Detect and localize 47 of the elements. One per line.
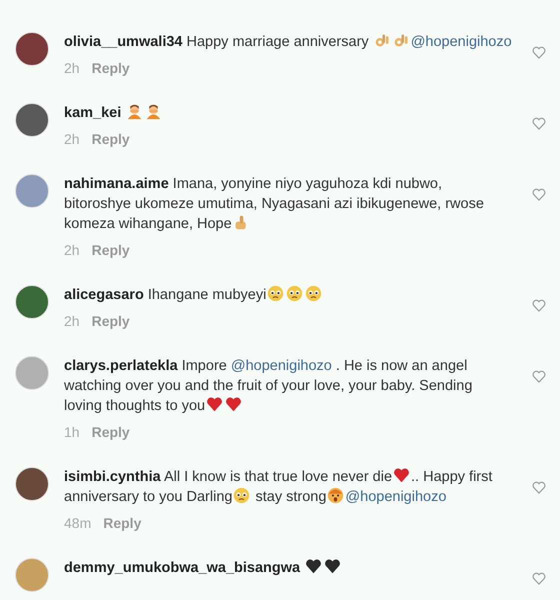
comment-text: isimbi.cynthia All I know is that true love never die .. Happy first anniversary to you Darling stay strong @hopenigihozo [64,467,494,507]
reply-button[interactable]: Reply [92,130,130,148]
like-heart-icon[interactable] [532,572,546,585]
comment-text: kam_kei [64,103,512,123]
comment-time: 1h [64,423,80,441]
heart-icon [206,396,224,413]
like-heart-icon[interactable] [532,299,546,312]
like-heart-icon[interactable] [532,46,546,59]
person-covering-face-icon [145,103,162,120]
mention-link[interactable]: @hopenigihozo [230,358,332,374]
comment-text: olivia__umwali34 Happy marriage anniversary @hopenigihozo [64,32,512,52]
heart-icon [225,396,242,413]
comment-text: nahimana.aime Imana, yonyine niyo yaguhoza kdi nubwo, bitoroshye ukomeze umutima, Nyagasani azi ibikugenewe, rwose komeza wihangane, Hope [64,175,485,234]
comment-time: 2h [64,130,80,148]
avatar[interactable] [15,285,49,319]
avatar[interactable] [15,467,49,501]
heart-icon [393,467,410,484]
pleading-face-icon [286,285,304,302]
comment-time: 2h [64,312,80,330]
mention-link[interactable]: @hopenigihozo [410,34,512,50]
like-heart-icon[interactable] [532,117,546,130]
pleading-face-icon [305,285,322,302]
reply-button[interactable]: Reply [92,423,130,441]
avatar[interactable] [15,32,49,66]
comment-text: clarys.perlatekla Impore @hopenigihozo . He is now an angel watching over you and the fruit of your love, your baby. Sending loving thoughts to you [64,357,474,416]
avatar[interactable] [15,103,49,137]
comment-time: 2h [64,241,80,259]
like-heart-icon[interactable] [532,188,546,201]
hand-icon [392,32,410,49]
reply-button[interactable]: Reply [92,59,130,77]
reply-button[interactable]: Reply [92,312,130,330]
pleading-face-icon [267,285,284,302]
like-heart-icon[interactable] [532,481,546,494]
like-heart-icon[interactable] [532,370,546,383]
heart-icon [324,558,342,575]
comment-time: 48m [64,514,92,532]
comment-time: 2h [64,59,80,77]
reply-button[interactable]: Reply [92,241,130,259]
person-covering-face-icon [126,103,144,120]
surprised-face-icon [327,487,344,504]
reply-button[interactable]: Reply [103,514,142,532]
heart-icon [305,558,322,575]
comment-text: alicegasaro Ihangane mubyeyi [64,285,512,305]
pleading-face-icon [233,487,250,504]
mention-link[interactable]: @hopenigihozo [345,489,446,505]
hand-icon [374,32,391,49]
comment-text: demmy_umukobwa_wa_bisangwa [64,558,512,578]
